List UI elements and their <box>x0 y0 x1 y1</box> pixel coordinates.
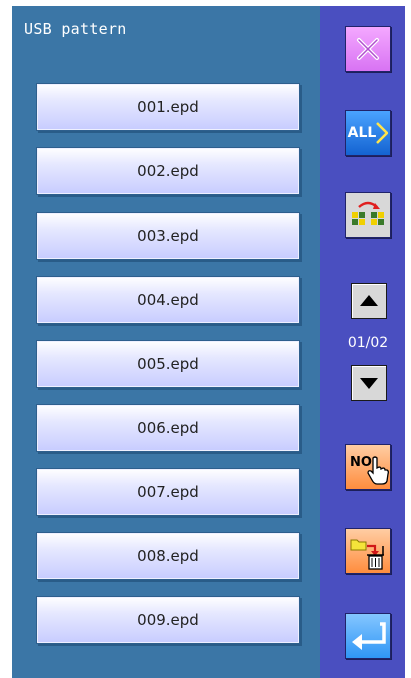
screen: USB pattern 001.epd 002.epd 003.epd 004.… <box>12 6 405 678</box>
close-icon <box>357 38 379 60</box>
swap-view-button[interactable] <box>345 192 391 238</box>
page-indicator: 01/02 <box>347 335 389 351</box>
file-item-009[interactable]: 009.epd <box>36 596 300 644</box>
enter-arrow-icon <box>352 622 386 650</box>
grid-swap-icon <box>352 201 384 225</box>
select-all-button[interactable]: ALL <box>345 110 391 156</box>
file-item-005[interactable]: 005.epd <box>36 340 300 388</box>
file-item-004[interactable]: 004.epd <box>36 276 300 324</box>
all-arrow-icon <box>376 122 389 144</box>
file-item-008[interactable]: 008.epd <box>36 532 300 580</box>
file-item-007[interactable]: 007.epd <box>36 468 300 516</box>
file-list-panel: USB pattern 001.epd 002.epd 003.epd 004.… <box>12 6 320 678</box>
close-button[interactable] <box>345 26 391 72</box>
triangle-up-icon <box>360 295 378 306</box>
move-to-trash-button[interactable] <box>345 528 391 574</box>
hand-pointer-icon <box>367 456 389 485</box>
page-title: USB pattern <box>24 20 127 38</box>
triangle-down-icon <box>360 378 378 389</box>
page-up-button[interactable] <box>351 283 387 319</box>
all-label: ALL <box>347 125 377 141</box>
file-item-002[interactable]: 002.epd <box>36 147 300 195</box>
side-toolbar: ALL 01/02 NO. <box>320 6 405 678</box>
number-select-button[interactable]: NO. <box>345 444 391 490</box>
file-item-001[interactable]: 001.epd <box>36 83 300 131</box>
folder-trash-icon <box>350 539 384 570</box>
enter-button[interactable] <box>345 613 391 659</box>
page-down-button[interactable] <box>351 365 387 401</box>
file-item-006[interactable]: 006.epd <box>36 404 300 452</box>
file-item-003[interactable]: 003.epd <box>36 212 300 260</box>
